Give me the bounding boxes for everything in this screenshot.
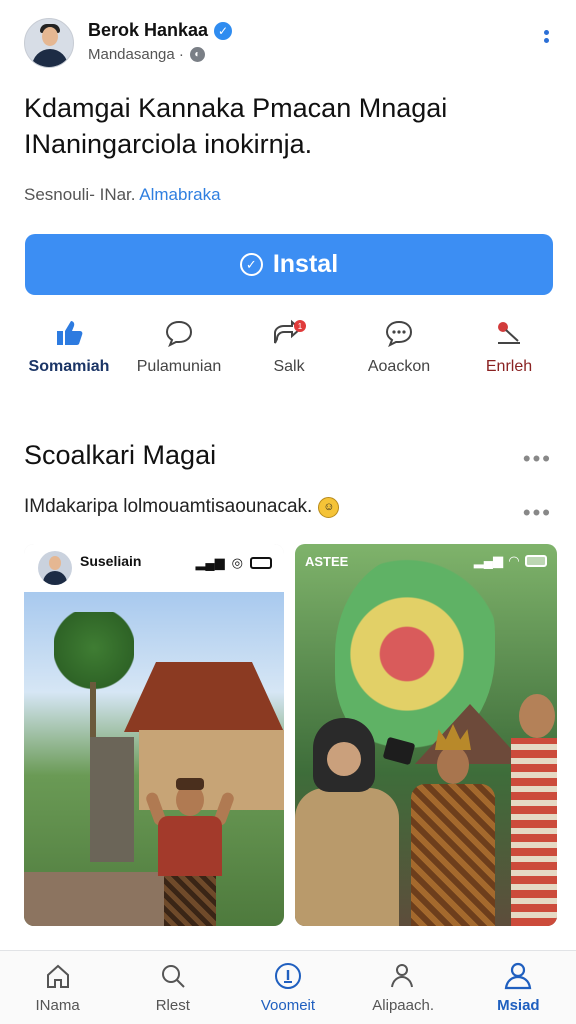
author-subtitle: Mandasanga · bbox=[88, 46, 184, 63]
card1-avatar[interactable] bbox=[38, 551, 72, 585]
wifi-icon: ◠ bbox=[509, 553, 519, 568]
comment-icon bbox=[162, 318, 196, 348]
action-comment-label: Pulamunian bbox=[136, 358, 222, 375]
profile-icon bbox=[503, 961, 533, 991]
signal-icon: ▂▄▆ bbox=[473, 553, 503, 568]
card1-status-icons: ▂▄▆ ◎ bbox=[195, 555, 272, 571]
tab-people-label: Alipaach. bbox=[372, 997, 435, 1014]
action-share[interactable]: 1 Salk bbox=[234, 318, 344, 382]
people-icon bbox=[388, 961, 418, 991]
tab-search[interactable]: Rlest bbox=[123, 961, 223, 1014]
author-avatar[interactable] bbox=[24, 18, 74, 68]
battery-icon bbox=[525, 555, 547, 567]
tab-info-label: Voomeit bbox=[260, 997, 316, 1014]
action-pin-label: Enrleh bbox=[485, 358, 533, 375]
action-like[interactable]: Somamiah bbox=[14, 318, 124, 382]
check-circle-icon: ✓ bbox=[239, 253, 263, 276]
thumbs-up-icon bbox=[52, 318, 86, 348]
battery-icon bbox=[250, 557, 272, 569]
post-headline: Kdamgai Kannaka Pmacan Mnagai INaningarc… bbox=[24, 93, 448, 159]
tab-profile-label: Msiad bbox=[497, 997, 540, 1014]
section-caption: IMdakaripa lolmouamtisaounacak. ☺ bbox=[24, 496, 340, 518]
bottom-tab-bar: INama Rlest Voomeit Alipaach. Msiad bbox=[0, 950, 576, 1024]
home-icon bbox=[43, 961, 73, 991]
author-subtitle-row: Mandasanga · ◐ bbox=[88, 46, 205, 63]
share-icon: 1 bbox=[272, 318, 306, 348]
tab-profile[interactable]: Msiad bbox=[468, 961, 568, 1014]
more-options-icon[interactable] bbox=[542, 30, 550, 43]
tab-info[interactable]: Voomeit bbox=[238, 961, 338, 1014]
person-figure bbox=[144, 772, 236, 926]
action-like-label: Somamiah bbox=[28, 358, 110, 375]
tab-people[interactable]: Alipaach. bbox=[353, 961, 453, 1014]
action-row: Somamiah Pulamunian 1 Salk Aoackon Enrle… bbox=[14, 318, 564, 382]
section-more-icon[interactable]: ••• bbox=[523, 446, 552, 472]
smiley-emoji-icon: ☺ bbox=[318, 496, 340, 518]
verified-badge-icon: ✓ bbox=[214, 21, 233, 40]
action-pin[interactable]: Enrleh bbox=[454, 318, 564, 382]
info-icon bbox=[273, 961, 303, 991]
tab-home[interactable]: INama bbox=[8, 961, 108, 1014]
svg-text:1: 1 bbox=[298, 322, 303, 331]
media-card-2[interactable]: ASTEE ▂▄▆ ◠ bbox=[295, 544, 557, 926]
card2-photo bbox=[295, 544, 557, 926]
author-name-row[interactable]: Berok Hankaa ✓ bbox=[88, 20, 233, 41]
meta-link[interactable]: Almabraka bbox=[139, 185, 220, 204]
globe-icon: ◐ bbox=[189, 47, 205, 62]
install-label: Instal bbox=[272, 250, 339, 278]
meta-prefix: Sesnouli- INar. bbox=[24, 185, 140, 204]
caption-more-icon[interactable]: ••• bbox=[523, 500, 552, 526]
action-share-label: Salk bbox=[273, 358, 305, 375]
tab-search-label: Rlest bbox=[155, 997, 190, 1014]
search-icon bbox=[158, 961, 188, 991]
action-chat[interactable]: Aoackon bbox=[344, 318, 454, 382]
section-title: Scoalkari Magai bbox=[24, 440, 217, 470]
tab-home-label: INama bbox=[35, 997, 80, 1014]
card2-status-bar: ASTEE ▂▄▆ ◠ bbox=[295, 544, 557, 578]
action-comment[interactable]: Pulamunian bbox=[124, 318, 234, 382]
caption-text: IMdakaripa lolmouamtisaounacak. bbox=[24, 496, 313, 517]
card1-username[interactable]: Suseliain bbox=[80, 553, 141, 569]
post-meta: Sesnouli- INar. Almabraka bbox=[24, 185, 221, 205]
card1-photo bbox=[24, 592, 284, 926]
pin-icon bbox=[492, 318, 526, 348]
action-chat-label: Aoackon bbox=[367, 358, 431, 375]
author-name[interactable]: Berok Hankaa bbox=[88, 20, 208, 41]
card1-header: Suseliain ▂▄▆ ◎ bbox=[24, 544, 284, 592]
post-header: Berok Hankaa ✓ Mandasanga · ◐ bbox=[24, 16, 552, 68]
wifi-icon: ◎ bbox=[231, 555, 243, 570]
install-button[interactable]: ✓ Instal bbox=[25, 234, 553, 295]
card2-badge: ASTEE bbox=[305, 553, 349, 569]
chat-icon bbox=[382, 318, 416, 348]
signal-icon: ▂▄▆ bbox=[195, 555, 225, 570]
media-card-1[interactable]: Suseliain ▂▄▆ ◎ bbox=[24, 544, 284, 926]
